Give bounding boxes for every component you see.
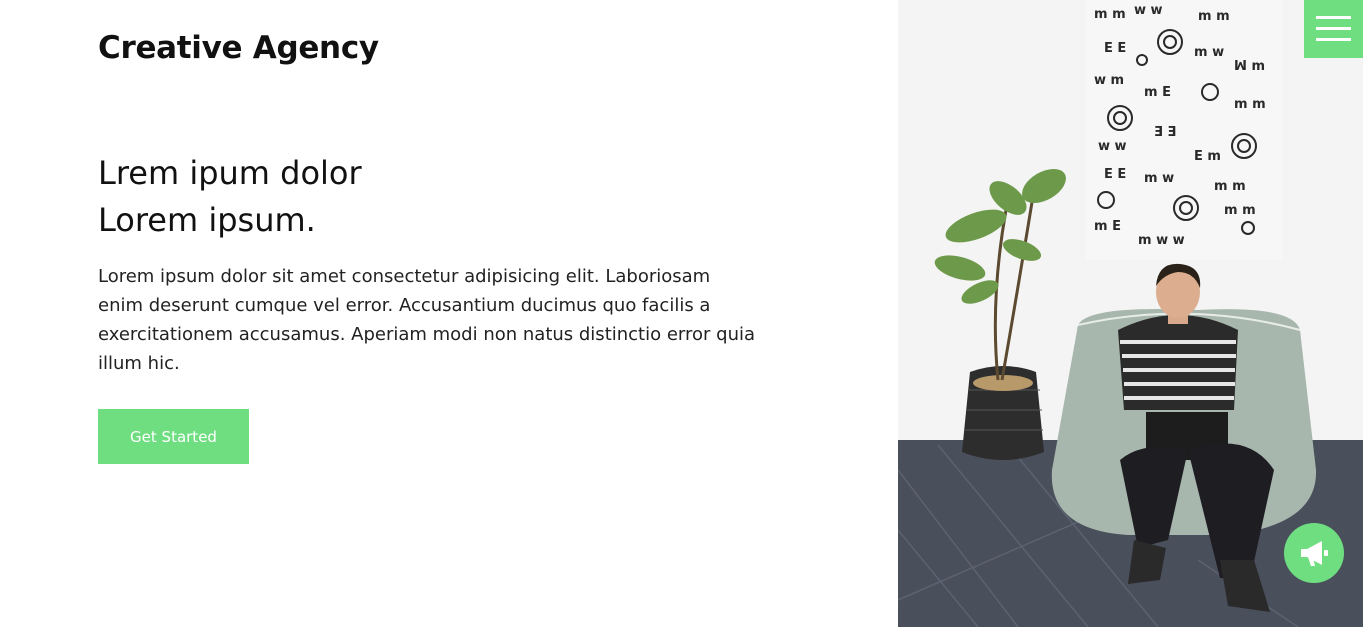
brand-title: Creative Agency [98,30,379,66]
svg-text:E m: E m [1194,149,1221,164]
svg-text:m w: m w [1194,45,1224,60]
svg-text:m m: m m [1224,203,1256,218]
svg-text:w w: w w [1098,139,1127,154]
svg-text:ꟽ m: ꟽ m [1234,59,1265,74]
svg-text:m m: m m [1198,9,1230,24]
svg-text:m w w: m w w [1138,233,1185,248]
svg-text:Ǝ Ǝ: Ǝ Ǝ [1154,125,1176,140]
svg-text:m m: m m [1234,97,1266,112]
get-started-button[interactable]: Get Started [98,409,249,464]
svg-text:E E: E E [1104,41,1126,56]
hero-title-line-1: Lrem ipum dolor [98,154,362,192]
svg-text:m E: m E [1094,219,1121,234]
landing-page: Creative Agency Lrem ipum dolor Lorem ip… [0,0,1363,627]
svg-text:m E: m E [1144,85,1171,100]
menu-bar-middle [1316,27,1351,30]
svg-text:w m: w m [1094,73,1124,88]
menu-bar-bottom [1316,38,1351,41]
svg-text:m m: m m [1214,179,1246,194]
hamburger-menu-icon[interactable] [1304,0,1363,58]
svg-text:w w: w w [1134,3,1163,18]
hero-description: Lorem ipsum dolor sit amet consectetur a… [98,266,756,374]
megaphone-icon [1301,541,1328,566]
hero-title-line-2: Lorem ipsum. [98,201,316,239]
menu-bar-top [1316,16,1351,19]
svg-text:m m: m m [1094,7,1126,22]
svg-text:E E: E E [1104,167,1126,182]
svg-text:m w: m w [1144,171,1174,186]
hero-title: Lrem ipum dolor Lorem ipsum. [98,150,362,244]
megaphone-button[interactable] [1284,523,1344,583]
